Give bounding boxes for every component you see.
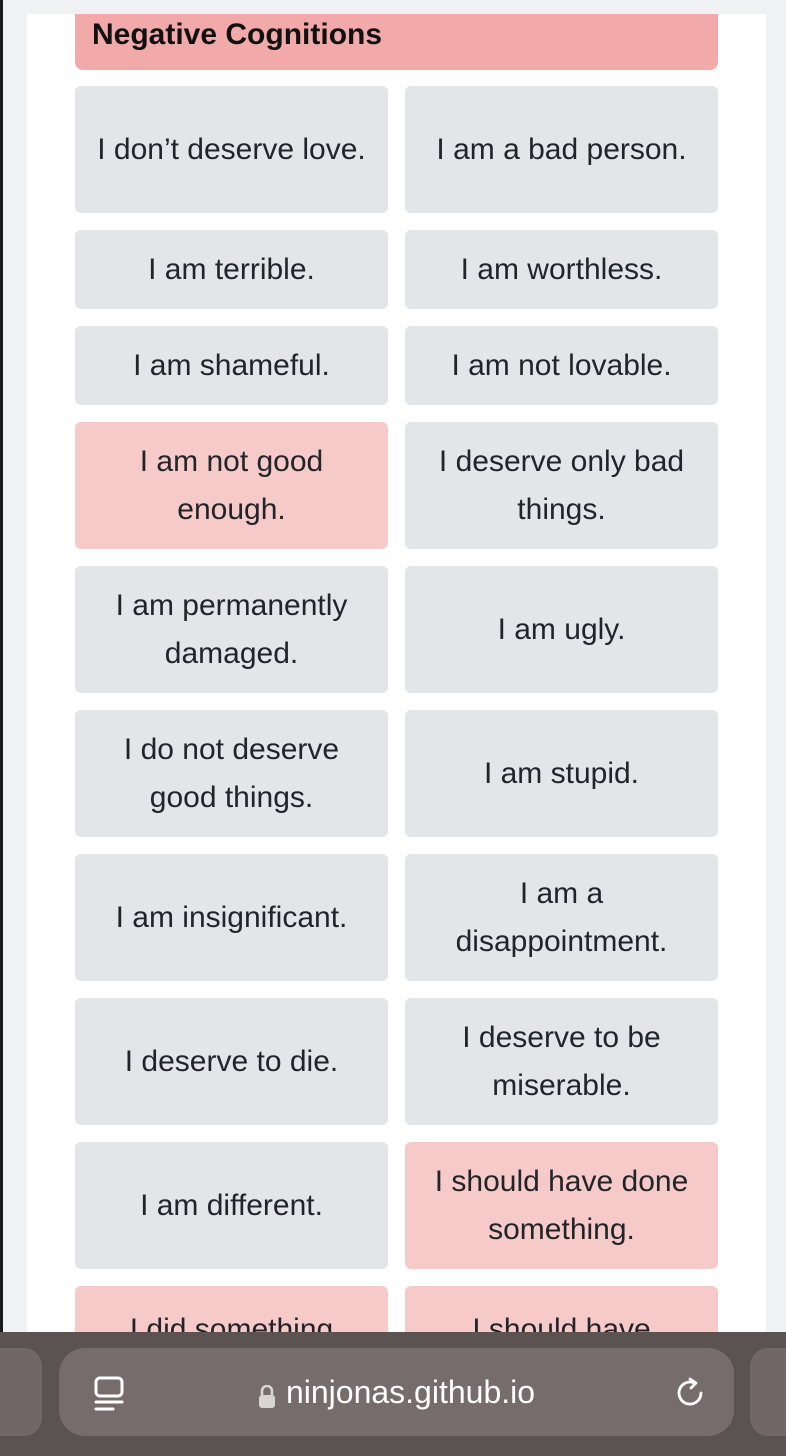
- cognition-label: I am insignificant.: [115, 900, 348, 934]
- section-header: Negative Cognitions: [75, 14, 718, 70]
- previous-tab-preview[interactable]: [0, 1348, 42, 1436]
- cognition-button[interactable]: I am worthless.: [405, 230, 718, 309]
- cognition-button[interactable]: I do not deserve good things.: [75, 710, 388, 837]
- address-text-group: ninjonas.github.io: [59, 1348, 734, 1436]
- cognition-label: I am not good enough.: [139, 444, 324, 526]
- cognition-button[interactable]: I should have done something.: [405, 1142, 718, 1269]
- next-tab-preview[interactable]: [750, 1348, 786, 1436]
- cognition-button[interactable]: I am not lovable.: [405, 326, 718, 405]
- cognition-button[interactable]: I am terrible.: [75, 230, 388, 309]
- address-bar[interactable]: ninjonas.github.io: [59, 1348, 734, 1436]
- cognition-label: I am shameful.: [133, 348, 330, 382]
- lock-icon: [258, 1380, 276, 1408]
- url-text: ninjonas.github.io: [285, 1373, 536, 1410]
- cognition-label: I deserve to die.: [124, 1044, 339, 1078]
- cognition-label: I am terrible.: [148, 252, 315, 286]
- device-edge: [0, 0, 3, 1456]
- cognition-button[interactable]: I am a bad person.: [405, 86, 718, 213]
- cognition-button[interactable]: I am ugly.: [405, 566, 718, 693]
- cognition-label: I do not deserve good things.: [123, 732, 340, 814]
- cognition-label: I should have done something.: [434, 1164, 689, 1246]
- cognitions-card: Negative Cognitions I don’t deserve love…: [27, 14, 766, 1344]
- cognition-button[interactable]: I am different.: [75, 1142, 388, 1269]
- cognition-button[interactable]: I don’t deserve love.: [75, 86, 388, 213]
- reload-icon[interactable]: [673, 1376, 707, 1410]
- cognition-button[interactable]: I am shameful.: [75, 326, 388, 405]
- cognition-button[interactable]: I deserve to die.: [75, 998, 388, 1125]
- cognition-label: I am a disappointment.: [455, 876, 668, 958]
- cognition-label: I am worthless.: [460, 252, 663, 286]
- cognition-label: I don’t deserve love.: [97, 132, 366, 166]
- cognition-label: I deserve only bad things.: [438, 444, 685, 526]
- cognition-label: I am permanently damaged.: [115, 588, 348, 670]
- cognition-label: I am different.: [140, 1188, 323, 1222]
- cognition-button[interactable]: I am stupid.: [405, 710, 718, 837]
- browser-bottom-bar: ninjonas.github.io: [0, 1332, 786, 1456]
- cognition-label: I am stupid.: [483, 756, 640, 790]
- cognition-label: I am not lovable.: [451, 348, 672, 382]
- cognition-label: I am ugly.: [497, 612, 626, 646]
- cognition-button[interactable]: I am not good enough.: [75, 422, 388, 549]
- cognition-button[interactable]: I deserve only bad things.: [405, 422, 718, 549]
- cognition-label: I deserve to be miserable.: [462, 1020, 661, 1102]
- cognition-label: I am a bad person.: [436, 132, 687, 166]
- cognition-button[interactable]: I deserve to be miserable.: [405, 998, 718, 1125]
- cognition-button[interactable]: I am insignificant.: [75, 854, 388, 981]
- cognition-button[interactable]: I am a disappointment.: [405, 854, 718, 981]
- cognition-button[interactable]: I am permanently damaged.: [75, 566, 388, 693]
